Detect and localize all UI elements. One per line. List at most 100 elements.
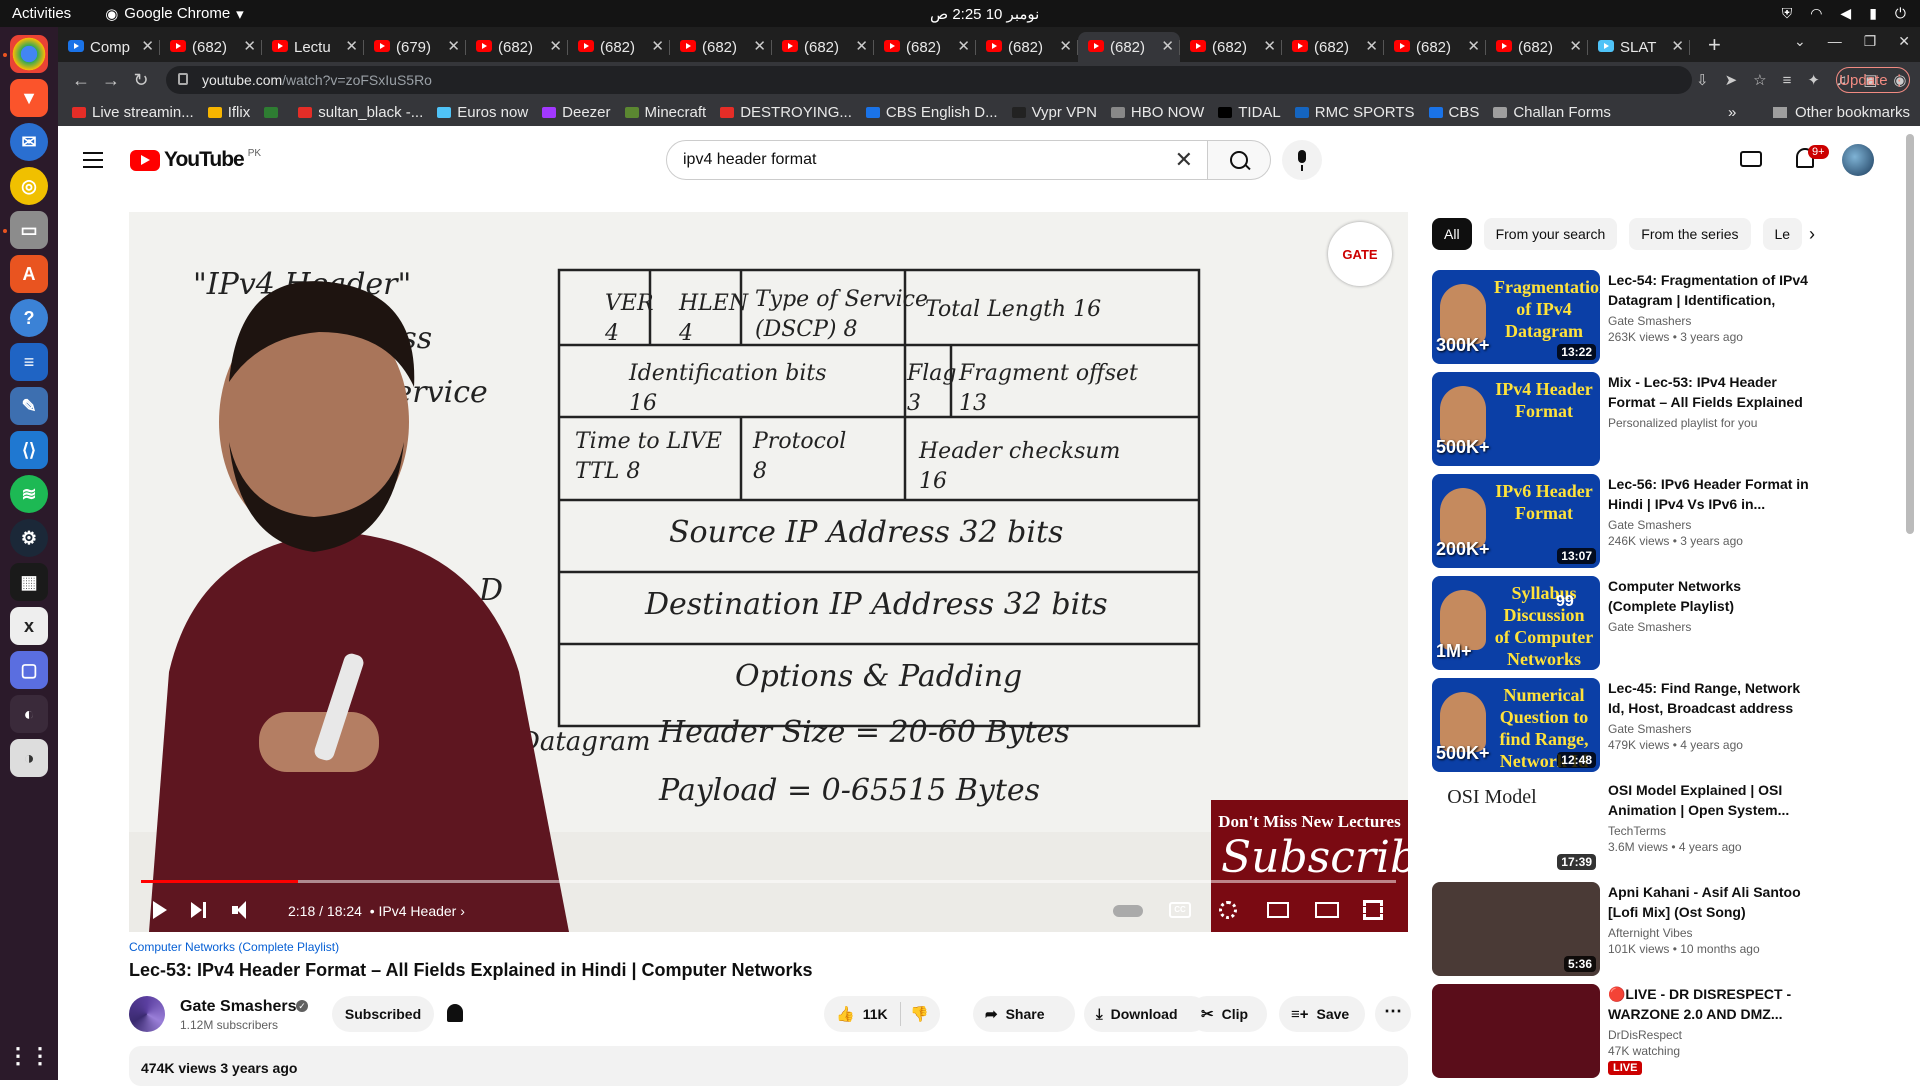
browser-tab[interactable]: (679) ✕ (364, 32, 466, 62)
subscribe-button[interactable]: Subscribed (332, 996, 434, 1032)
related-video-title[interactable]: Computer Networks (Complete Playlist) (1608, 576, 1812, 616)
video-thumbnail[interactable]: IPv4 Header Format 500K+ (1432, 372, 1600, 466)
volume-button[interactable] (229, 898, 253, 922)
notification-bell-icon[interactable] (447, 1004, 463, 1022)
rhythmbox-dock-icon[interactable]: ◎ (10, 167, 48, 205)
restore-icon[interactable]: ❐ (1864, 33, 1877, 50)
install-icon[interactable]: ⇩ (1696, 71, 1709, 89)
channel-avatar[interactable] (129, 996, 165, 1032)
progress-bar[interactable] (141, 880, 1396, 883)
database-icon[interactable]: ≡ (1783, 72, 1792, 89)
close-tab-icon[interactable]: ✕ (855, 37, 868, 55)
clock[interactable]: نومبر 10 2:25 ص (930, 5, 1039, 23)
like-button[interactable]: 👍 11K 👎 (824, 996, 940, 1032)
related-video-title[interactable]: Lec-54: Fragmentation of IPv4 Datagram |… (1608, 270, 1812, 310)
bookmark-item[interactable]: sultan_black -... (298, 104, 423, 121)
related-video-title[interactable]: OSI Model Explained | OSI Animation | Op… (1608, 780, 1812, 820)
files-dock-icon[interactable]: ▭ (10, 211, 48, 249)
youtube-logo[interactable]: YouTube PK (130, 148, 261, 172)
related-video-title[interactable]: Lec-56: IPv6 Header Format in Hindi | IP… (1608, 474, 1812, 514)
bookmark-star-icon[interactable]: ☆ (1753, 71, 1766, 89)
video-thumbnail[interactable]: Numerical Question to find Range, Networ… (1432, 678, 1600, 772)
description-box[interactable]: 474K views 3 years ago (129, 1046, 1408, 1086)
close-tab-icon[interactable]: ✕ (1365, 37, 1378, 55)
browser-tab[interactable]: (682) ✕ (670, 32, 772, 62)
playlist-link[interactable]: Computer Networks (Complete Playlist) (129, 940, 1408, 954)
video-thumbnail[interactable]: Syllabus Discussion of Computer Networks… (1432, 576, 1600, 670)
brave-dock-icon[interactable]: ▼ (10, 79, 48, 117)
bookmark-item[interactable] (264, 104, 284, 121)
browser-tab[interactable]: (682) ✕ (1282, 32, 1384, 62)
autoplay-toggle[interactable] (1113, 905, 1143, 917)
close-tab-icon[interactable]: ✕ (753, 37, 766, 55)
close-tab-icon[interactable]: ✕ (447, 37, 460, 55)
chapter-label[interactable]: • IPv4 Header (370, 903, 457, 919)
browser-tab[interactable]: Comp ✕ (58, 32, 160, 62)
related-channel-name[interactable]: DrDisRespect (1608, 1028, 1812, 1042)
related-video-card[interactable]: Numerical Question to find Range, Networ… (1432, 676, 1812, 778)
close-tab-icon[interactable]: ✕ (141, 37, 154, 55)
browser-tab[interactable]: Lectu ✕ (262, 32, 364, 62)
related-channel-name[interactable]: TechTerms (1608, 824, 1812, 838)
close-tab-icon[interactable]: ✕ (1263, 37, 1276, 55)
activities-button[interactable]: Activities (12, 5, 71, 22)
theater-mode-button[interactable] (1315, 902, 1339, 918)
related-video-card[interactable]: Fragmentation of IPv4 Datagram 300K+ 13:22… (1432, 268, 1812, 370)
close-tab-icon[interactable]: ✕ (1059, 37, 1072, 55)
more-bookmarks-icon[interactable]: » (1728, 104, 1736, 121)
browser-tab[interactable]: (682) ✕ (976, 32, 1078, 62)
fullscreen-button[interactable] (1363, 900, 1383, 920)
close-tab-icon[interactable]: ✕ (243, 37, 256, 55)
miniplayer-button[interactable] (1267, 902, 1289, 918)
channel-name[interactable]: Gate Smashers (180, 998, 297, 1016)
close-tab-icon[interactable]: ✕ (1671, 37, 1684, 55)
hamburger-menu-icon[interactable] (83, 152, 103, 168)
bookmark-item[interactable]: HBO NOW (1110, 104, 1204, 121)
forward-icon[interactable]: → (96, 70, 126, 91)
back-icon[interactable]: ← (66, 70, 96, 91)
related-video-card[interactable]: OSI Model 17:39 OSI Model Explained | OSI … (1432, 778, 1812, 880)
extensions-icon[interactable]: ✦ (1807, 71, 1820, 89)
play-button[interactable] (147, 898, 171, 922)
browser-tab[interactable]: (682) ✕ (1180, 32, 1282, 62)
clip-button[interactable]: ✂ Clip (1189, 996, 1267, 1032)
related-channel-name[interactable]: Gate Smashers (1608, 518, 1812, 532)
browser-tab[interactable]: SLAT ✕ (1588, 32, 1690, 62)
new-tab-button[interactable]: + (1708, 32, 1721, 58)
dislike-button[interactable]: 👎 (910, 1005, 929, 1023)
related-video-title[interactable]: Apni Kahani - Asif Ali Santoo [Lofi Mix]… (1608, 882, 1812, 922)
writer-dock-icon[interactable]: ≡ (10, 343, 48, 381)
app-dock-icon[interactable]: ◐ (10, 695, 48, 733)
related-video-card[interactable]: 🔴LIVE - DR DISRESPECT - WARZONE 2.0 AND … (1432, 982, 1812, 1084)
related-video-card[interactable]: IPv6 Header Format 200K+ 13:07 Lec-56: IPv6… (1432, 472, 1812, 574)
more-actions-button[interactable]: ⋯ (1375, 996, 1411, 1032)
related-channel-name[interactable]: Afternight Vibes (1608, 926, 1812, 940)
terminal-dock-icon[interactable]: ▦ (10, 563, 48, 601)
browser-tab[interactable]: (682) ✕ (1384, 32, 1486, 62)
close-tab-icon[interactable]: ✕ (1569, 37, 1582, 55)
browser-tab[interactable]: (682) ✕ (772, 32, 874, 62)
filter-chip[interactable]: From your search (1483, 218, 1618, 250)
related-channel-name[interactable]: Gate Smashers (1608, 620, 1812, 634)
account-avatar[interactable] (1842, 144, 1874, 176)
close-tab-icon[interactable]: ✕ (1161, 37, 1174, 55)
clear-search-icon[interactable]: ✕ (1175, 147, 1193, 173)
bookmark-item[interactable]: Live streamin... (72, 104, 194, 121)
settings-gear-icon[interactable] (1219, 901, 1237, 919)
address-bar[interactable]: youtube.com/watch?v=zoFSxIuS5Ro (166, 66, 1692, 94)
video-thumbnail[interactable]: Fragmentation of IPv4 Datagram 300K+ 13:22 (1432, 270, 1600, 364)
filter-chip[interactable]: Le (1762, 218, 1803, 250)
spotify-dock-icon[interactable]: ≋ (10, 475, 48, 513)
voice-search-button[interactable] (1282, 140, 1322, 180)
search-input[interactable]: ipv4 header format ✕ (666, 140, 1208, 180)
search-button[interactable] (1207, 140, 1271, 180)
thunderbird-dock-icon[interactable]: ✉ (10, 123, 48, 161)
bookmark-item[interactable]: Minecraft (624, 104, 706, 121)
related-video-card[interactable]: 5:36 Apni Kahani - Asif Ali Santoo [Lofi … (1432, 880, 1812, 982)
filter-chip[interactable]: All (1432, 218, 1472, 250)
browser-tab[interactable]: (682) ✕ (1078, 32, 1180, 62)
create-video-icon[interactable] (1740, 151, 1762, 167)
screenshot-dock-icon[interactable]: ▢ (10, 651, 48, 689)
video-thumbnail[interactable]: OSI Model 17:39 (1432, 780, 1600, 874)
help-dock-icon[interactable]: ? (10, 299, 48, 337)
